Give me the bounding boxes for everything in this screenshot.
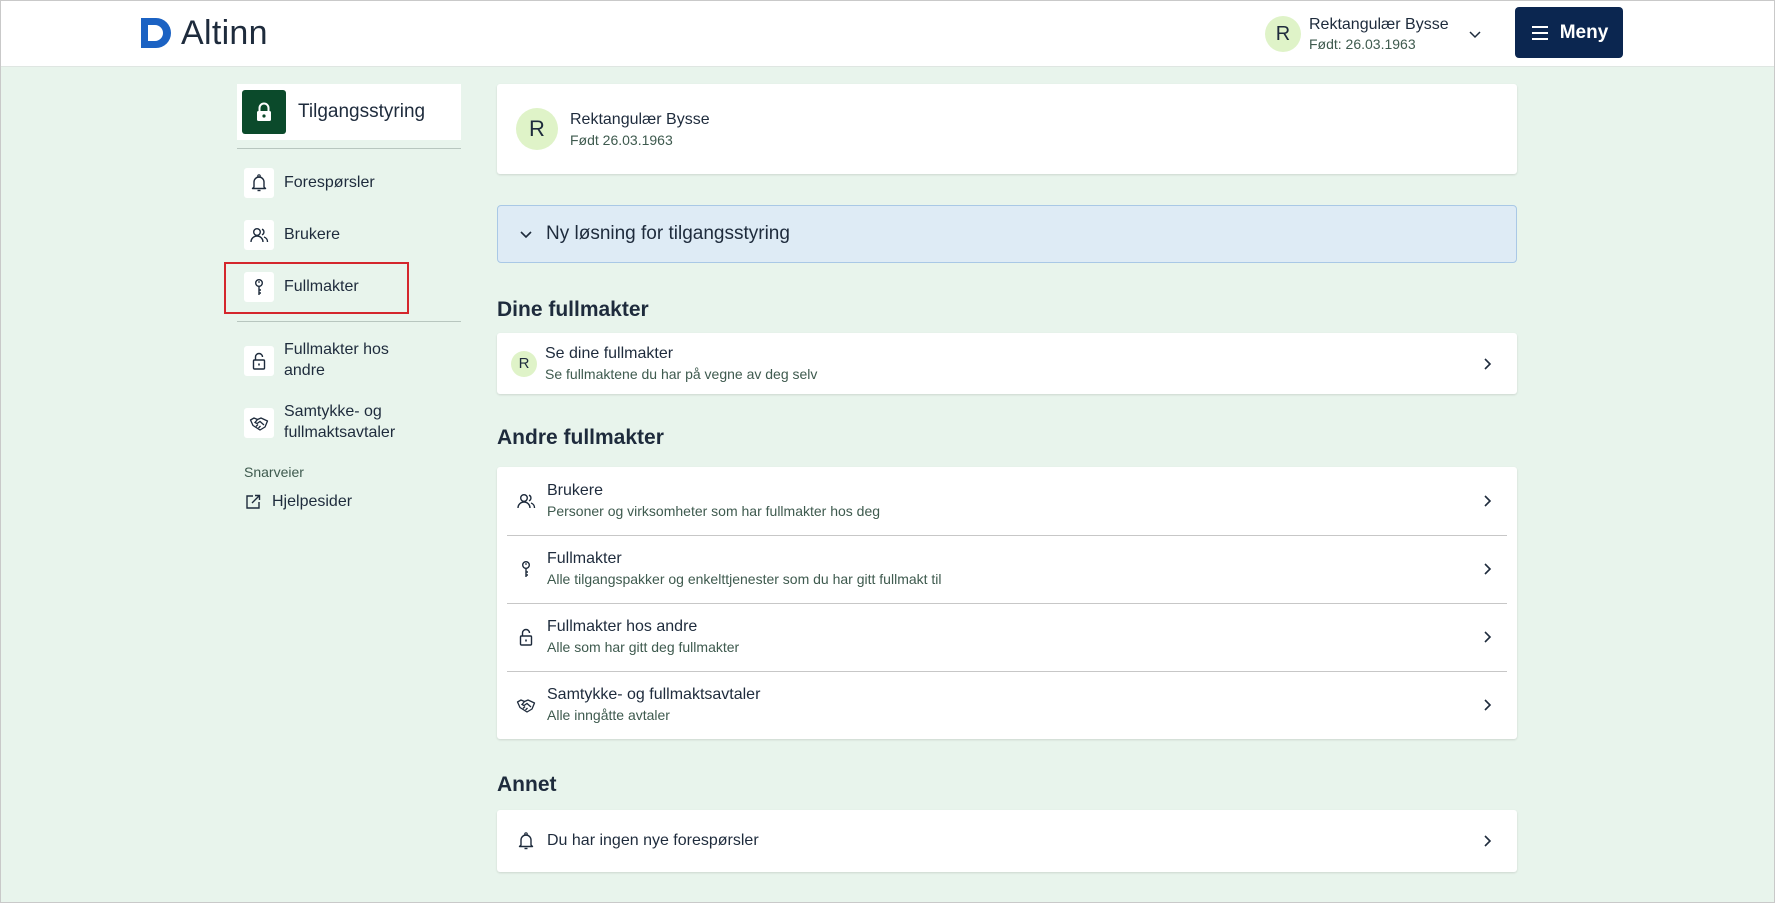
- list-item-avatar: R: [511, 350, 537, 377]
- andre-fullmakter-card: Brukere Personer og virksomheter som har…: [497, 467, 1517, 739]
- sidebar: Tilgangsstyring Forespørsler Brukere Ful…: [224, 84, 461, 521]
- sidebar-item-foresporsler[interactable]: Forespørsler: [237, 157, 461, 209]
- list-item-title: Fullmakter hos andre: [547, 618, 698, 636]
- list-item-samtykke[interactable]: Samtykke- og fullmaktsavtaler Alle inngå…: [497, 671, 1517, 739]
- list-item-brukere[interactable]: Brukere Personer og virksomheter som har…: [497, 467, 1517, 535]
- list-item-foresporsler[interactable]: Du har ingen nye forespørsler: [497, 810, 1517, 872]
- list-item-title: Du har ingen nye forespørsler: [547, 832, 759, 849]
- list-item-subtitle: Personer og virksomheter som har fullmak…: [547, 503, 881, 520]
- list-item-subtitle: Alle tilgangspakker og enkelttjenester s…: [547, 571, 942, 588]
- sidebar-icon-box: [244, 346, 274, 376]
- sidebar-item-brukere[interactable]: Brukere: [237, 209, 461, 261]
- list-item-title: Fullmakter: [547, 550, 622, 568]
- chevron-right-icon: [1484, 699, 1492, 711]
- section-title-annet: Annet: [497, 773, 557, 796]
- external-link-icon: [246, 495, 261, 510]
- padlock-icon: [257, 102, 271, 121]
- sidebar-divider: [237, 148, 461, 149]
- user-dob: Født: 26.03.1963: [1309, 36, 1416, 53]
- user-menu[interactable]: R Rektangulær Bysse Født: 26.03.1963: [1265, 13, 1483, 55]
- sidebar-item-label: Forespørsler: [284, 173, 375, 191]
- sidebar-item-label: Samtykke- og fullmaktsavtaler: [284, 403, 396, 441]
- list-item-se-dine-fullmakter[interactable]: R Se dine fullmakter Se fullmaktene du h…: [497, 333, 1517, 394]
- chevron-right-icon: [1484, 835, 1492, 847]
- sidebar-heading-label: Tilgangsstyring: [298, 101, 426, 122]
- chevron-right-icon: [1484, 631, 1492, 643]
- shortcuts-label: Snarveier: [244, 464, 304, 480]
- sidebar-heading-icon-box: [242, 90, 286, 134]
- section-title-andre-fullmakter: Andre fullmakter: [497, 426, 664, 449]
- sidebar-icon-box: [244, 168, 274, 198]
- key-icon: [254, 279, 263, 295]
- hamburger-icon: [1531, 25, 1548, 40]
- profile-dob: Født 26.03.1963: [570, 131, 673, 148]
- chevron-right-icon: [1484, 495, 1492, 507]
- padlock-icon: [519, 628, 533, 646]
- sidebar-item-label: Fullmakter: [284, 277, 359, 295]
- user-avatar: R: [1265, 16, 1301, 52]
- sidebar-heading[interactable]: Tilgangsstyring: [237, 84, 461, 140]
- dine-fullmakter-card: R Se dine fullmakter Se fullmaktene du h…: [497, 333, 1517, 394]
- sidebar-item-fullmakter-hos-andre[interactable]: Fullmakter hos andre: [237, 330, 461, 392]
- main-content: R Rektangulær Bysse Født 26.03.1963 Ny l…: [497, 84, 1517, 872]
- section-title-dine-fullmakter: Dine fullmakter: [497, 298, 649, 321]
- sidebar-item-label: Fullmakter hos andre: [284, 341, 389, 379]
- list-item-title: Brukere: [547, 482, 604, 500]
- accordion-label: Ny løsning for tilgangsstyring: [546, 223, 790, 244]
- padlock-icon: [252, 352, 266, 370]
- list-item-subtitle: Se fullmaktene du har på vegne av deg se…: [545, 365, 818, 382]
- chevron-right-icon: [1484, 357, 1492, 370]
- handshake-icon: [249, 417, 269, 431]
- bell-icon: [518, 832, 534, 850]
- users-icon: [517, 494, 536, 509]
- help-pages-label: Hjelpesider: [272, 493, 353, 510]
- sidebar-item-label: Brukere: [284, 225, 341, 243]
- new-solution-accordion[interactable]: Ny løsning for tilgangsstyring: [497, 205, 1517, 263]
- list-item-subtitle: Alle inngåtte avtaler: [547, 707, 670, 724]
- chevron-down-icon: [520, 231, 532, 239]
- profile-card: R Rektangulær Bysse Født 26.03.1963: [497, 84, 1517, 174]
- annet-card: Du har ingen nye forespørsler: [497, 810, 1517, 872]
- list-item-title: Se dine fullmakter: [545, 344, 674, 362]
- altinn-logo-icon: [141, 18, 171, 48]
- list-item-fullmakter-hos-andre[interactable]: Fullmakter hos andre Alle som har gitt d…: [497, 603, 1517, 671]
- users-icon: [250, 228, 269, 243]
- sidebar-item-fullmakter[interactable]: Fullmakter: [224, 261, 461, 314]
- bell-icon: [251, 174, 267, 192]
- sidebar-item-samtykke[interactable]: Samtykke- og fullmaktsavtaler: [237, 392, 461, 454]
- list-item-title: Samtykke- og fullmaktsavtaler: [547, 686, 761, 704]
- sidebar-icon-box: [244, 220, 274, 250]
- help-pages-link[interactable]: Hjelpesider: [237, 484, 461, 521]
- handshake-icon: [516, 699, 536, 713]
- key-icon: [521, 561, 530, 577]
- top-bar: Altinn R Rektangulær Bysse Født: 26.03.1…: [1, 1, 1774, 67]
- menu-button[interactable]: Meny: [1515, 7, 1623, 58]
- sidebar-icon-box: [244, 272, 274, 302]
- menu-button-label: Meny: [1559, 21, 1609, 43]
- profile-name: Rektangulær Bysse: [570, 110, 710, 128]
- list-item-fullmakter[interactable]: Fullmakter Alle tilgangspakker og enkelt…: [497, 535, 1517, 603]
- logo-text: Altinn: [181, 13, 268, 52]
- chevron-down-icon: [1469, 31, 1481, 39]
- sidebar-icon-box: [244, 408, 274, 438]
- altinn-logo[interactable]: Altinn: [139, 13, 268, 52]
- sidebar-divider: [237, 321, 461, 322]
- user-name: Rektangulær Bysse: [1309, 16, 1449, 33]
- profile-avatar: R: [516, 108, 558, 150]
- list-item-subtitle: Alle som har gitt deg fullmakter: [547, 639, 740, 656]
- chevron-right-icon: [1484, 563, 1492, 575]
